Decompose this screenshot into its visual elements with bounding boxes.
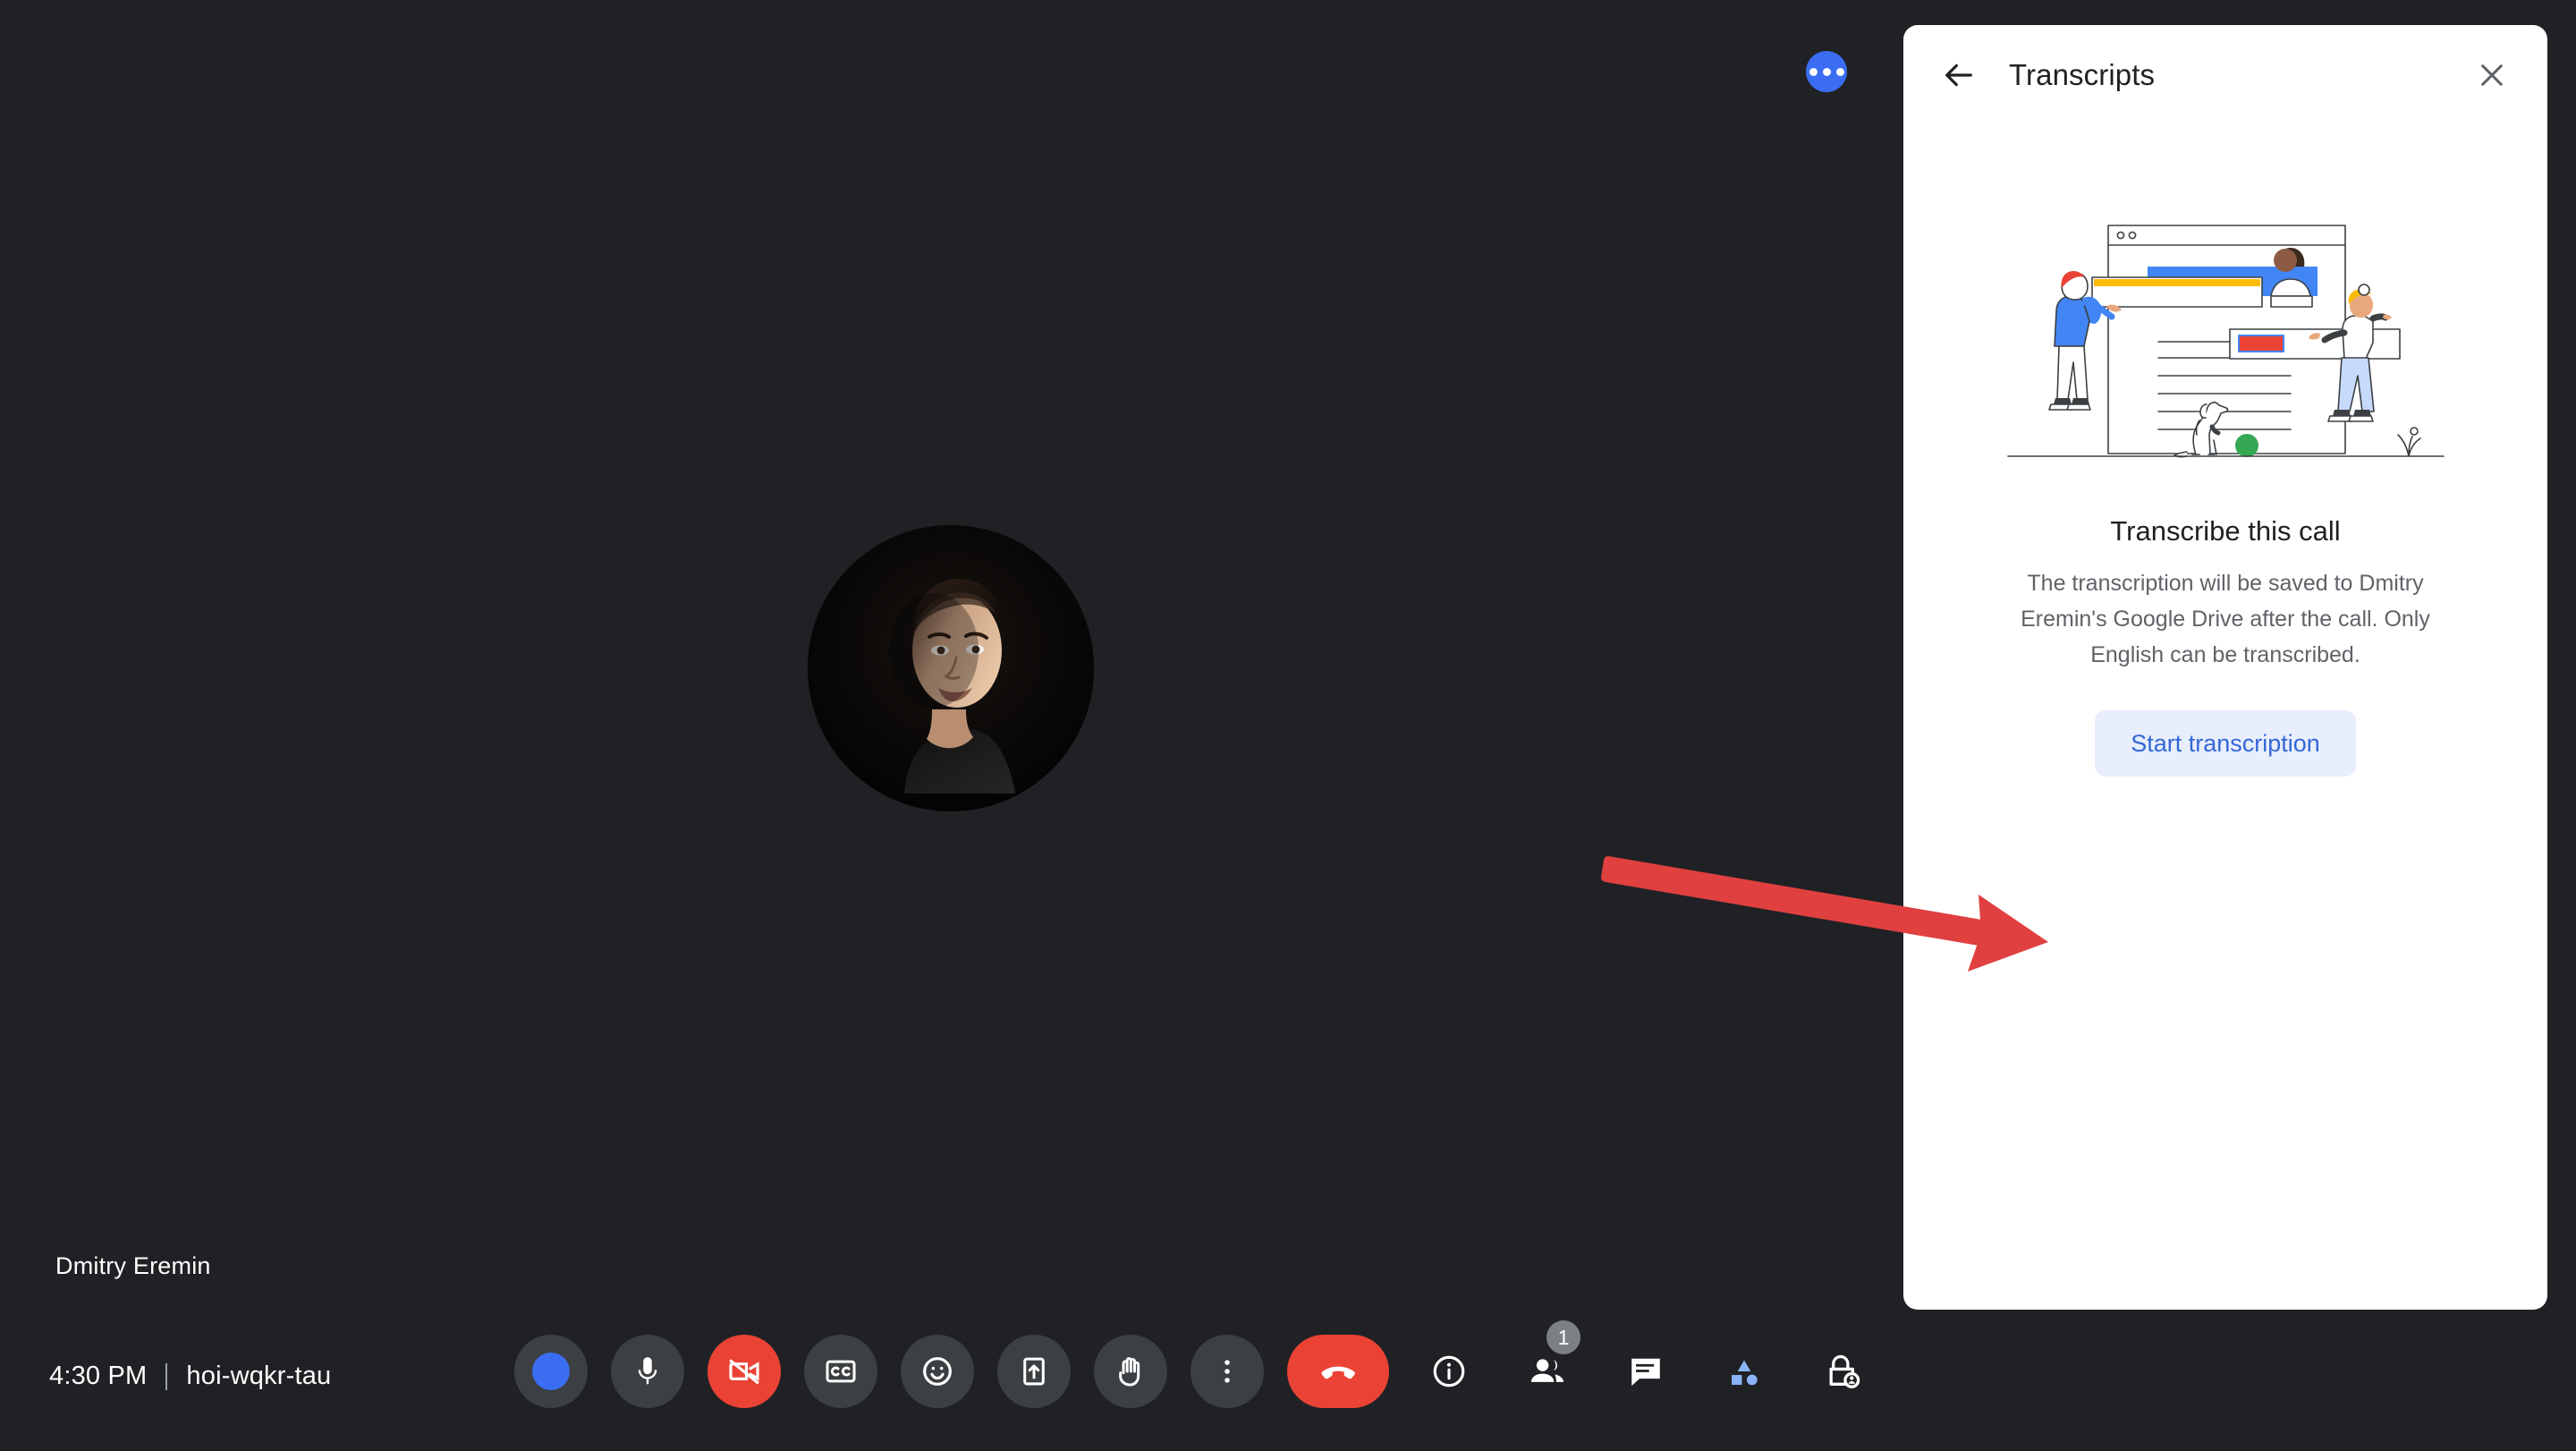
more-options-indicator[interactable] — [1806, 51, 1847, 92]
participant-count-badge: 1 — [1546, 1320, 1580, 1354]
video-stage: Dmitry Eremin 4:30 PM hoi-wqkr-tau 1 — [0, 0, 1903, 1451]
three-dots-icon — [1822, 67, 1831, 76]
back-button[interactable] — [1936, 52, 1982, 98]
chat-icon — [1631, 1358, 1660, 1387]
host-controls-button[interactable] — [1816, 1335, 1869, 1408]
present-button[interactable] — [997, 1335, 1071, 1408]
arrow-left-icon — [1945, 64, 1972, 87]
avatar-portrait-image — [808, 525, 1094, 811]
participant-name-label: Dmitry Eremin — [55, 1252, 211, 1279]
info-icon — [1433, 1355, 1465, 1387]
empty-state-description: The transcription will be saved to Dmitr… — [2021, 571, 2430, 667]
panel-body: Transcribe this call The transcription w… — [1903, 125, 2547, 776]
transcripts-panel: Transcripts Transcribe this call The tra… — [1903, 25, 2547, 1310]
camera-off-icon — [729, 1359, 759, 1385]
activities-icon — [1732, 1360, 1758, 1386]
closed-captions-icon — [826, 1360, 856, 1383]
panel-title: Transcripts — [2009, 58, 2156, 91]
close-icon — [2481, 64, 2503, 86]
start-transcription-button[interactable]: Start transcription — [2095, 710, 2356, 776]
visual-effects-button[interactable] — [514, 1335, 588, 1408]
end-call-icon — [1321, 1366, 1355, 1379]
emoji-icon — [923, 1357, 952, 1386]
people-icon — [1530, 1359, 1564, 1382]
raise-hand-icon — [1119, 1357, 1140, 1387]
close-button[interactable] — [2469, 52, 2515, 98]
raise-hand-button[interactable] — [1094, 1335, 1167, 1408]
meet-window: Dmitry Eremin 4:30 PM hoi-wqkr-tau 1 Tra… — [0, 0, 2576, 1451]
empty-state-title: Transcribe this call — [2110, 515, 2341, 547]
more-options-button[interactable] — [1191, 1335, 1264, 1408]
reactions-button[interactable] — [901, 1335, 974, 1408]
activities-button[interactable] — [1717, 1335, 1771, 1408]
microphone-icon — [638, 1357, 657, 1385]
microphone-button[interactable] — [611, 1335, 684, 1408]
captions-button[interactable] — [804, 1335, 877, 1408]
host-lock-icon — [1829, 1354, 1860, 1388]
three-dots-icon — [1835, 67, 1844, 76]
camera-button[interactable] — [708, 1335, 781, 1408]
blue-dot-icon — [532, 1353, 570, 1390]
present-screen-icon — [1023, 1357, 1045, 1386]
panel-header: Transcripts — [1903, 25, 2547, 125]
chat-button[interactable] — [1619, 1335, 1673, 1408]
end-call-button[interactable] — [1287, 1335, 1389, 1408]
meeting-details-button[interactable] — [1422, 1335, 1476, 1408]
people-button[interactable]: 1 — [1521, 1320, 1580, 1408]
more-vertical-icon — [1224, 1360, 1230, 1383]
three-dots-icon — [1809, 67, 1818, 76]
transcription-illustration — [2007, 225, 2445, 458]
participant-avatar — [808, 525, 1094, 811]
right-controls: 1 — [1422, 1320, 1869, 1408]
